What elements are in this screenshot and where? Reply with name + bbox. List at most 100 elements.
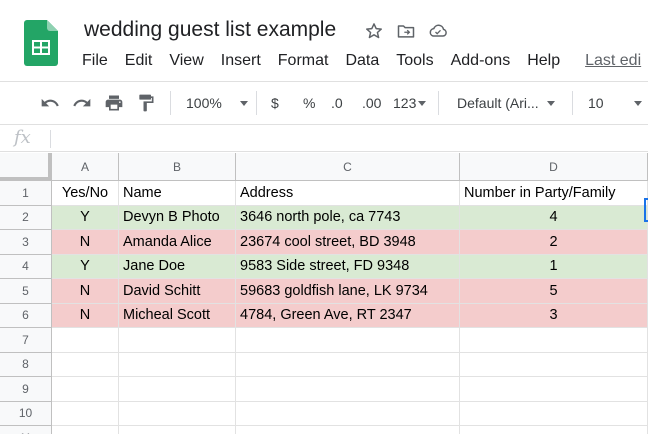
menu-insert[interactable]: Insert [221,52,261,70]
table-cell[interactable] [52,328,119,353]
row-header[interactable]: 11 [0,426,52,434]
formula-bar-separator [50,130,51,148]
star-icon[interactable] [363,20,385,42]
sheets-logo[interactable] [24,20,58,66]
table-cell[interactable]: Micheal Scott [119,303,236,328]
row-header[interactable]: 10 [0,401,52,426]
table-cell[interactable]: 3 [460,303,648,328]
row-header[interactable]: 3 [0,230,52,255]
table-cell[interactable]: Devyn B Photo [119,205,236,230]
table-cell[interactable] [460,401,648,426]
row-header[interactable]: 9 [0,377,52,402]
table-cell[interactable] [52,377,119,402]
table-cell[interactable] [460,377,648,402]
row-header[interactable]: 7 [0,328,52,353]
more-formats-select[interactable]: 123 [393,93,427,113]
table-cell[interactable]: 5 [460,279,648,304]
move-folder-icon[interactable] [395,20,417,42]
table-cell[interactable]: 1 [460,254,648,279]
row-header[interactable]: 6 [0,303,52,328]
table-cell[interactable] [52,426,119,434]
table-cell[interactable] [460,328,648,353]
font-select[interactable]: Default (Ari... [457,93,555,113]
table-cell[interactable]: Amanda Alice [119,230,236,255]
header-cell[interactable]: Address [236,181,460,206]
column-a-header[interactable]: A [52,153,119,181]
table-cell[interactable]: David Schitt [119,279,236,304]
font-size-select[interactable]: 10 [588,93,642,113]
table-cell[interactable] [52,352,119,377]
table-cell[interactable]: 9583 Side street, FD 9348 [236,254,460,279]
table-cell[interactable] [236,426,460,434]
select-all-corner[interactable] [0,153,52,181]
menu-tools[interactable]: Tools [396,52,433,70]
column-b-header[interactable]: B [119,153,236,181]
row-header[interactable]: 8 [0,352,52,377]
row-header[interactable]: 1 [0,181,52,206]
toolbar: 100% $ % .0 .00 123 Default (Ari... 10 [0,82,648,124]
toolbar-separator [170,91,171,115]
cloud-saved-icon[interactable] [427,20,449,42]
table-cell[interactable] [236,377,460,402]
table-cell[interactable]: 4 [460,205,648,230]
table-cell[interactable] [52,401,119,426]
column-c-header[interactable]: C [236,153,460,181]
table-cell[interactable] [236,352,460,377]
print-icon[interactable] [104,93,124,113]
table-cell[interactable] [236,401,460,426]
table-cell[interactable]: 3646 north pole, ca 7743 [236,205,460,230]
menu-format[interactable]: Format [278,52,329,70]
increase-decimal-button[interactable]: .00 [362,93,381,113]
menu-data[interactable]: Data [345,52,379,70]
percent-format-button[interactable]: % [303,93,315,113]
decrease-decimal-button[interactable]: .0 [331,93,343,113]
chevron-down-icon [418,100,427,106]
table-cell[interactable]: Y [52,205,119,230]
table-cell[interactable]: Jane Doe [119,254,236,279]
table-cell[interactable] [119,377,236,402]
font-value: Default (Ari... [457,95,539,111]
table-cell[interactable] [119,352,236,377]
table-cell[interactable] [119,426,236,434]
redo-icon[interactable] [72,93,92,113]
table-cell[interactable]: 59683 goldfish lane, LK 9734 [236,279,460,304]
more-formats-label: 123 [393,95,417,111]
table-cell[interactable]: 2 [460,230,648,255]
chevron-down-icon [546,100,555,106]
menu-help[interactable]: Help [527,52,560,70]
table-cell[interactable] [236,328,460,353]
table-cell[interactable]: 23674 cool street, BD 3948 [236,230,460,255]
zoom-value: 100% [186,95,222,111]
row-header[interactable]: 5 [0,279,52,304]
table-cell[interactable]: N [52,230,119,255]
header-cell[interactable]: Number in Party/Family [460,181,648,206]
undo-icon[interactable] [40,93,60,113]
zoom-select[interactable]: 100% [186,93,248,113]
table-cell[interactable] [460,352,648,377]
table-cell[interactable]: Y [52,254,119,279]
toolbar-separator [256,91,257,115]
menu-file[interactable]: File [82,52,108,70]
menu-add-ons[interactable]: Add-ons [451,52,511,70]
row-header[interactable]: 4 [0,254,52,279]
chevron-down-icon [239,100,248,106]
table-cell[interactable]: N [52,303,119,328]
row-header[interactable]: 2 [0,205,52,230]
table-cell[interactable]: 4784, Green Ave, RT 2347 [236,303,460,328]
menu-view[interactable]: View [169,52,203,70]
menu-edit[interactable]: Edit [125,52,153,70]
column-d-header[interactable]: D [460,153,648,181]
last-edit-link[interactable]: Last edi [585,52,641,70]
formula-bar[interactable]: fx [0,124,648,152]
table-cell[interactable] [119,401,236,426]
paint-format-icon[interactable] [136,93,156,113]
currency-format-button[interactable]: $ [271,93,279,113]
toolbar-separator [438,91,439,115]
document-title[interactable]: wedding guest list example [84,18,336,42]
header-cell[interactable]: Yes/No [52,181,119,206]
table-cell[interactable] [460,426,648,434]
increase-decimal-label: .00 [362,95,382,111]
table-cell[interactable] [119,328,236,353]
header-cell[interactable]: Name [119,181,236,206]
table-cell[interactable]: N [52,279,119,304]
